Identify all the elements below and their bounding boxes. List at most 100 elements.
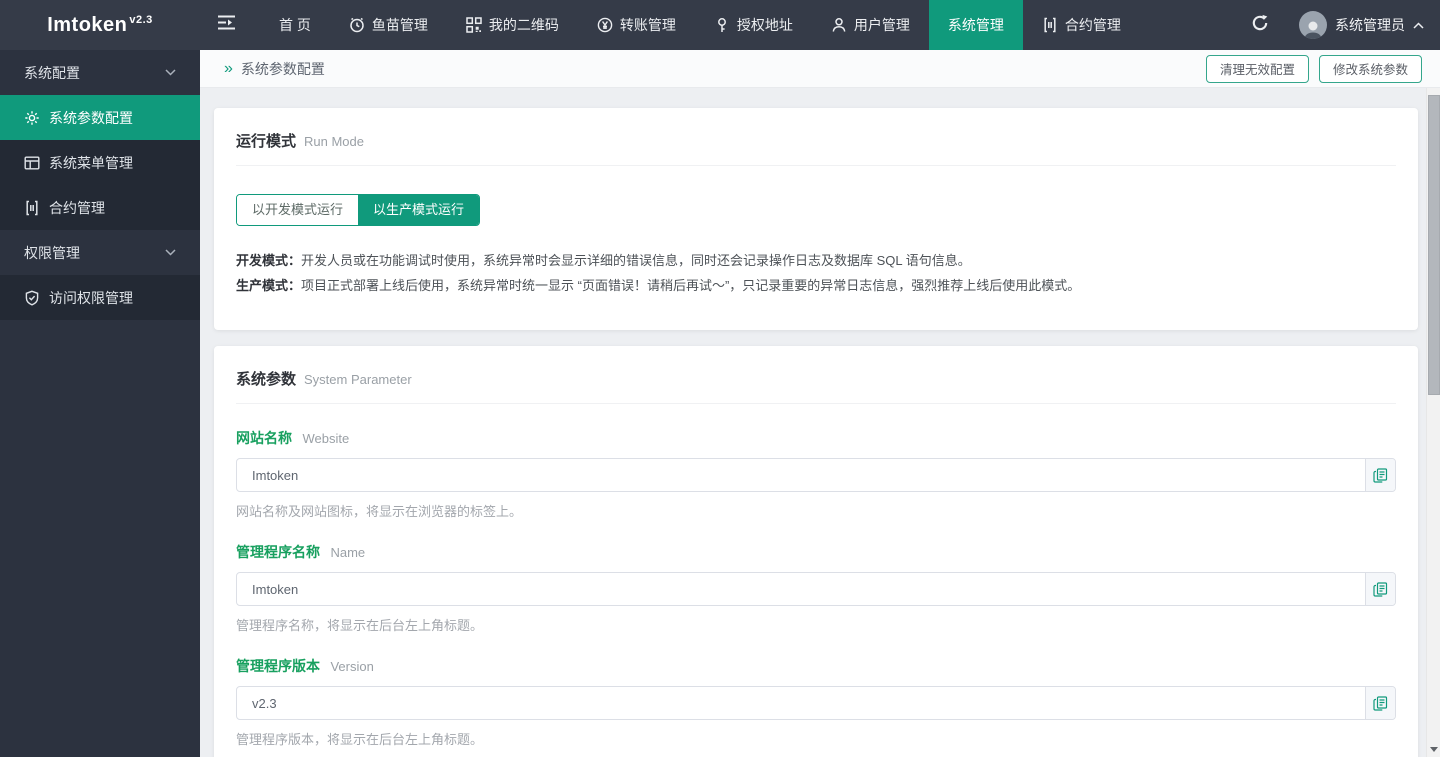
sidebar-item-label: 合约管理: [49, 199, 105, 216]
refresh-icon: [1251, 14, 1269, 37]
nav-item-label: 鱼苗管理: [371, 17, 428, 33]
shield-check-icon: [24, 290, 40, 306]
vertical-scrollbar[interactable]: [1426, 88, 1440, 757]
admin-version-input[interactable]: [237, 687, 1365, 719]
sidebar-item-system-param-config[interactable]: 系统参数配置: [0, 95, 200, 140]
nav-item-label: 授权地址: [736, 17, 793, 33]
sidebar-group-permission-management[interactable]: 权限管理: [0, 230, 200, 275]
modify-system-params-button[interactable]: 修改系统参数: [1318, 54, 1422, 83]
nav-item-label: 系统管理: [947, 17, 1004, 33]
scrollbar-thumb[interactable]: [1428, 95, 1440, 395]
system-param-fields: 网站名称 Website 网站名称及网站图标，将显示在浏览器的标签上。 管理程序…: [236, 404, 1396, 757]
avatar: [1299, 11, 1327, 39]
sidebar-group-label: 权限管理: [24, 244, 80, 261]
sidebar-group-label: 系统配置: [24, 64, 80, 81]
admin-name-input-wrap: [236, 572, 1396, 606]
collapse-menu-icon: [217, 15, 236, 35]
admin-version-input-wrap: [236, 686, 1396, 720]
nav-item-label: 转账管理: [619, 17, 676, 33]
run-mode-card-header: 运行模式 Run Mode: [236, 108, 1396, 166]
card-subtitle: System Parameter: [304, 372, 412, 387]
clear-invalid-config-button[interactable]: 清理无效配置: [1205, 54, 1309, 83]
sidebar-collapse-button[interactable]: [217, 15, 236, 35]
nav-item-contract-management[interactable]: 合约管理: [1023, 0, 1140, 50]
field-label-en: Website: [302, 431, 350, 446]
dev-mode-description-text: 开发人员或在功能调试时使用，系统异常时会显示详细的错误信息，同时还会记录操作日志…: [301, 253, 971, 268]
contract-icon: [1042, 17, 1058, 33]
gear-icon: [24, 110, 40, 126]
field-help-text: 网站名称及网站图标，将显示在浏览器的标签上。: [236, 504, 523, 519]
card-title: 运行模式: [236, 133, 297, 150]
chevron-down-icon: [165, 69, 176, 76]
field-label: 网站名称: [236, 430, 292, 446]
double-chevron-icon: »: [224, 59, 233, 77]
sidebar-item-access-permission-management[interactable]: 访问权限管理: [0, 275, 200, 320]
system-param-card: 系统参数 System Parameter 网站名称 Website 网站名称及…: [214, 346, 1418, 757]
key-icon: [714, 17, 730, 33]
field-label-en: Name: [330, 545, 366, 560]
nav-item-home-label: 首 页: [279, 17, 311, 33]
field-admin-name: 管理程序名称 Name 管理程序名称，将显示在后台左上角标题。: [236, 542, 1396, 634]
refresh-button[interactable]: [1251, 14, 1269, 37]
prod-mode-description-prefix: 生产模式：: [236, 278, 302, 293]
sidebar: 系统配置 系统参数配置 系统菜单管理 合约管理 权限管理 访问权限管理: [0, 50, 200, 757]
system-param-card-header: 系统参数 System Parameter: [236, 346, 1396, 404]
nav-item-user-management[interactable]: 用户管理: [812, 0, 929, 50]
yen-circle-icon: [597, 17, 613, 33]
nav-item-fry-management[interactable]: 鱼苗管理: [330, 0, 447, 50]
nav-item-system-management[interactable]: 系统管理: [928, 0, 1023, 50]
sidebar-item-label: 系统菜单管理: [49, 154, 133, 171]
sidebar-submenu-permission: 访问权限管理: [0, 275, 200, 320]
nav-item-authorized-address[interactable]: 授权地址: [695, 0, 812, 50]
field-label: 管理程序版本: [236, 658, 320, 674]
nav-item-my-qrcode[interactable]: 我的二维码: [447, 0, 578, 50]
nav-item-home[interactable]: 首 页: [260, 0, 330, 50]
prod-mode-button[interactable]: 以生产模式运行: [358, 195, 480, 225]
qrcode-icon: [466, 17, 482, 33]
sidebar-group-system-config[interactable]: 系统配置: [0, 50, 200, 95]
copy-button[interactable]: [1365, 459, 1395, 491]
page-header: » 系统参数配置 清理无效配置 修改系统参数: [200, 50, 1440, 88]
header-actions: 清理无效配置 修改系统参数: [1205, 54, 1422, 83]
nav-item-transfer-management[interactable]: 转账管理: [578, 0, 695, 50]
website-input-wrap: [236, 458, 1396, 492]
nav-item-label: 我的二维码: [488, 17, 559, 33]
username-label: 系统管理员: [1335, 17, 1405, 33]
user-menu[interactable]: 系统管理员: [1299, 11, 1424, 39]
clock-icon: [349, 17, 365, 33]
website-input[interactable]: [237, 459, 1365, 491]
sidebar-submenu-system-config: 系统参数配置 系统菜单管理 合约管理: [0, 95, 200, 230]
prod-mode-description: 生产模式：项目正式部署上线后使用，系统异常时统一显示 “页面错误！请稍后再试～”…: [236, 273, 1396, 298]
card-title: 系统参数: [236, 371, 297, 388]
run-mode-card: 运行模式 Run Mode 以开发模式运行 以生产模式运行 开发模式：开发人员或…: [214, 108, 1418, 330]
field-admin-version: 管理程序版本 Version 管理程序版本，将显示在后台左上角标题。: [236, 656, 1396, 748]
sidebar-item-system-menu-management[interactable]: 系统菜单管理: [0, 140, 200, 185]
copy-button[interactable]: [1365, 573, 1395, 605]
dev-mode-description: 开发模式：开发人员或在功能调试时使用，系统异常时会显示详细的错误信息，同时还会记…: [236, 248, 1396, 273]
dev-mode-button[interactable]: 以开发模式运行: [237, 195, 359, 225]
field-help-text: 管理程序名称，将显示在后台左上角标题。: [236, 618, 484, 633]
topbar: Imtoken v2.3 首 页 鱼苗管理 我的二维码 转账管理 授权地址 用户…: [0, 0, 1440, 50]
breadcrumb[interactable]: » 系统参数配置: [224, 59, 325, 79]
caret-up-icon: [1413, 16, 1424, 34]
field-label: 管理程序名称: [236, 544, 320, 560]
dev-mode-description-prefix: 开发模式：: [236, 253, 302, 268]
contract-icon: [24, 200, 40, 216]
run-mode-toggle-group: 以开发模式运行 以生产模式运行: [236, 194, 481, 226]
nav-item-label: 合约管理: [1064, 17, 1121, 33]
field-label-en: Version: [330, 659, 374, 674]
app-logo-text: Imtoken: [47, 13, 128, 36]
user-icon: [831, 17, 847, 33]
card-subtitle: Run Mode: [304, 134, 364, 149]
top-navigation: 首 页 鱼苗管理 我的二维码 转账管理 授权地址 用户管理 系统管理 合约管理: [260, 0, 1140, 50]
sidebar-item-label: 系统参数配置: [49, 109, 133, 126]
scrollbar-down-arrow-icon[interactable]: [1430, 747, 1438, 752]
admin-name-input[interactable]: [237, 573, 1365, 605]
breadcrumb-label: 系统参数配置: [240, 60, 325, 77]
topbar-right: 系统管理员: [1251, 11, 1440, 39]
sidebar-item-label: 访问权限管理: [49, 289, 133, 306]
main-content: 运行模式 Run Mode 以开发模式运行 以生产模式运行 开发模式：开发人员或…: [200, 88, 1426, 757]
sidebar-item-contract-management[interactable]: 合约管理: [0, 185, 200, 230]
copy-button[interactable]: [1365, 687, 1395, 719]
prod-mode-description-text: 项目正式部署上线后使用，系统异常时统一显示 “页面错误！请稍后再试～”，只记录重…: [301, 278, 1081, 293]
